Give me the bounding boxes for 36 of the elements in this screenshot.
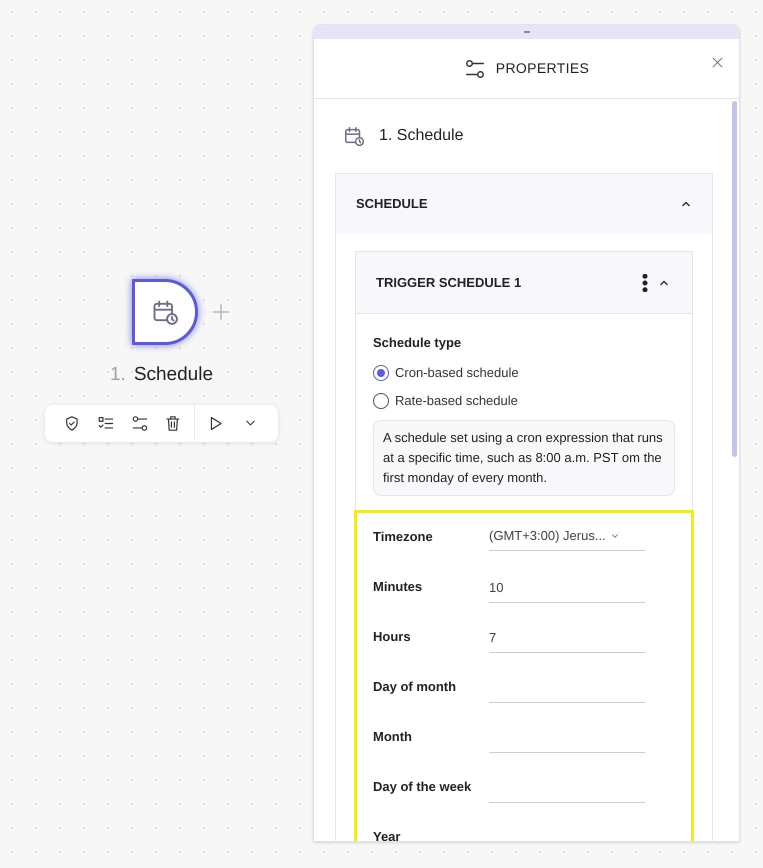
trash-icon[interactable]	[164, 414, 182, 432]
radio-label: Cron-based schedule	[395, 364, 519, 382]
node-number: 1.	[110, 363, 126, 387]
calendar-clock-icon	[343, 125, 365, 147]
input-field[interactable]: 10	[489, 572, 645, 602]
trigger-title: TRIGGER SCHEDULE 1	[376, 274, 522, 292]
field-label: Month	[373, 728, 413, 746]
schedule-node[interactable]	[132, 279, 198, 345]
dropdown-value: (GMT+3:00) Jerus...	[489, 527, 606, 546]
trigger-header[interactable]: TRIGGER SCHEDULE 1	[356, 252, 692, 314]
field-label: Day of the week	[373, 778, 472, 796]
radio-button[interactable]	[373, 392, 389, 408]
description-text: A schedule set using a cron expression that runs at a specific time, such as 8:00 a.m. PST om the first monday of every month.	[373, 420, 675, 496]
field-label: Day of month	[373, 678, 458, 696]
sliders-icon[interactable]	[130, 414, 148, 432]
field-label: Hours	[373, 628, 412, 646]
panel-title: PROPERTIES	[496, 59, 590, 78]
scrollbar-thumb[interactable]	[732, 101, 737, 457]
radio-button[interactable]	[373, 364, 389, 380]
radio-option[interactable]: Cron-based schedule	[373, 358, 675, 386]
timezone-dropdown[interactable]: (GMT+3:00) Jerus...	[489, 522, 645, 550]
step-title: 1. Schedule	[379, 126, 464, 146]
drag-handle[interactable]	[314, 25, 739, 39]
calendar-clock-icon	[150, 298, 178, 326]
node-title: Schedule	[134, 363, 214, 387]
radio-label: Rate-based schedule	[395, 392, 518, 410]
field-label: Minutes	[373, 578, 424, 596]
radio-option[interactable]: Rate-based schedule	[373, 386, 675, 414]
field-label: Year	[373, 828, 402, 841]
section-title: SCHEDULE	[356, 195, 428, 214]
field-label: Schedule type	[373, 334, 462, 352]
close-icon[interactable]	[710, 55, 725, 70]
field-label: Timezone	[373, 528, 434, 546]
section-header[interactable]: SCHEDULE	[336, 174, 712, 234]
input-field[interactable]: 7	[489, 622, 645, 652]
sliders-icon	[464, 58, 486, 80]
